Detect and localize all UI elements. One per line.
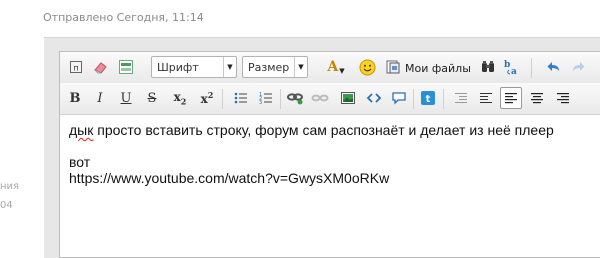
indent-button[interactable] — [476, 88, 496, 108]
sidebar-fragment: 04 — [0, 200, 13, 211]
twitter-icon: t — [420, 90, 436, 106]
redo-icon — [570, 59, 586, 75]
toolbar-separator — [443, 89, 444, 109]
text-color-button[interactable]: A ▼ — [323, 57, 349, 77]
strikethrough-button[interactable]: S — [142, 88, 162, 108]
align-right-button[interactable] — [553, 88, 573, 108]
svg-text:a: a — [511, 67, 517, 76]
editor-line: дык просто вставить строку, форум сам ра… — [69, 122, 599, 138]
eraser-icon — [92, 59, 108, 75]
underline-button[interactable]: U — [116, 88, 136, 108]
my-files-label: Мои файлы — [405, 61, 471, 75]
twitter-button[interactable]: t — [418, 88, 438, 108]
editor-line: вот — [69, 154, 91, 170]
editor-blank-line — [69, 138, 599, 154]
svg-text:t: t — [426, 94, 431, 105]
toggle-source-icon — [118, 59, 134, 75]
sidebar-fragment: ния — [0, 181, 20, 192]
bold-icon: B — [69, 90, 81, 106]
unlink-button[interactable] — [310, 88, 330, 108]
size-select-value: Размер — [248, 60, 290, 74]
link-button[interactable] — [285, 88, 305, 108]
superscript-button[interactable]: x2 — [197, 88, 217, 108]
svg-text:п: п — [73, 64, 78, 73]
code-icon — [366, 90, 382, 106]
numbered-list-icon: 123 — [258, 90, 274, 106]
sent-timestamp: Отправлено Сегодня, 11:14 — [43, 11, 204, 24]
text-color-icon: A ▼ — [327, 59, 345, 75]
misspelled-word: дык — [69, 122, 94, 138]
find-button[interactable] — [478, 57, 498, 77]
bullet-list-button[interactable] — [231, 88, 251, 108]
chevron-down-icon: ▼ — [223, 57, 236, 77]
image-button[interactable] — [338, 88, 358, 108]
subscript-icon: x2 — [173, 89, 187, 107]
smiley-button[interactable] — [357, 57, 377, 77]
redo-button[interactable] — [568, 57, 588, 77]
undo-icon — [546, 59, 562, 75]
italic-button[interactable]: I — [90, 88, 110, 108]
text-color-label: A — [327, 59, 339, 75]
outdent-icon — [453, 90, 469, 106]
my-files-button[interactable]: Мои файлы — [385, 58, 471, 78]
my-files-icon — [385, 59, 401, 78]
code-button[interactable] — [364, 88, 384, 108]
align-center-icon — [529, 90, 545, 106]
toolbar-separator — [222, 89, 223, 109]
align-right-icon — [555, 90, 571, 106]
font-select[interactable]: Шрифт ▼ — [151, 56, 237, 78]
translate-icon: ba — [503, 58, 521, 76]
toolbar-separator — [413, 89, 414, 109]
plain-text-icon: п — [69, 60, 83, 74]
smiley-icon — [359, 59, 376, 76]
svg-text:b: b — [504, 60, 510, 70]
plain-text-button[interactable]: п — [66, 57, 86, 77]
remove-format-button[interactable] — [90, 57, 110, 77]
editor-text: просто вставить строку, форум сам распоз… — [93, 122, 554, 138]
strikethrough-icon: S — [147, 90, 157, 106]
quote-icon — [391, 90, 407, 106]
align-center-button[interactable] — [527, 88, 547, 108]
translate-button[interactable]: ba — [502, 57, 522, 77]
outdent-button[interactable] — [451, 88, 471, 108]
superscript-icon: x2 — [200, 90, 214, 106]
align-left-button[interactable] — [500, 87, 522, 109]
binoculars-icon — [480, 59, 496, 75]
unlink-icon — [311, 90, 329, 106]
editor-content[interactable]: дык просто вставить строку, форум сам ра… — [69, 122, 599, 186]
toggle-source-button[interactable] — [116, 57, 136, 77]
bold-button[interactable]: B — [65, 88, 85, 108]
underline-icon: U — [120, 90, 132, 106]
toolbar-separator — [280, 89, 281, 109]
indent-icon — [478, 90, 494, 106]
bullet-list-icon — [233, 90, 249, 106]
undo-button[interactable] — [544, 57, 564, 77]
font-select-value: Шрифт — [157, 60, 199, 74]
link-icon — [286, 90, 304, 106]
italic-icon: I — [97, 90, 103, 106]
size-select[interactable]: Размер ▼ — [242, 56, 308, 78]
image-icon — [340, 90, 356, 106]
quote-button[interactable] — [389, 88, 409, 108]
svg-text:3: 3 — [259, 100, 262, 106]
chevron-down-icon: ▼ — [294, 57, 307, 77]
editor-url-line: https://www.youtube.com/watch?v=GwysXM0o… — [69, 170, 390, 186]
subscript-button[interactable]: x2 — [170, 88, 190, 108]
toolbar-separator — [531, 58, 532, 78]
numbered-list-button[interactable]: 123 — [256, 88, 276, 108]
align-left-icon — [503, 90, 519, 106]
